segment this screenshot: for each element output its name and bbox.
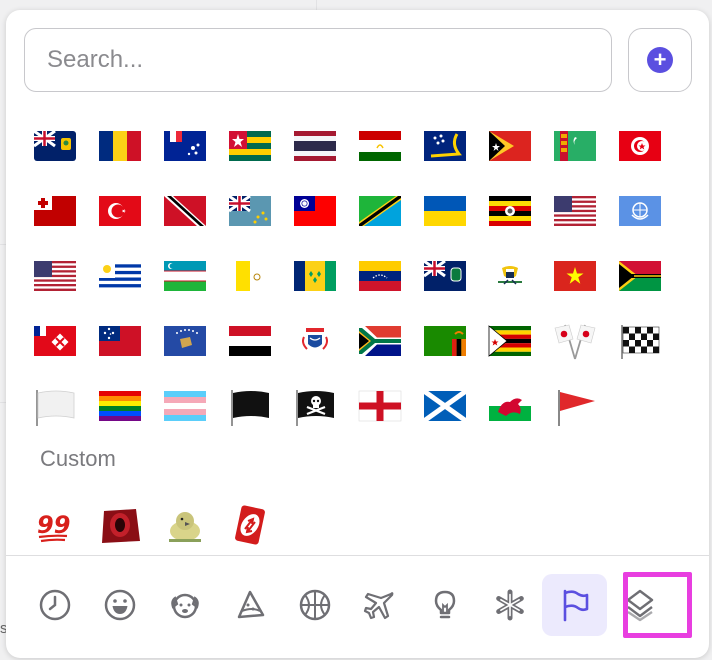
triangular-flag[interactable] [542, 373, 607, 438]
tab-recent[interactable] [22, 574, 87, 636]
south-africa-flag[interactable] [347, 308, 412, 373]
chequered-flag[interactable] [607, 308, 672, 373]
united-states-flag[interactable] [22, 243, 87, 308]
tokelau-flag[interactable] [412, 113, 477, 178]
pizza-icon [237, 590, 264, 619]
hundred-points-emoji[interactable]: 99 [22, 492, 87, 557]
tab-custom[interactable] [607, 574, 672, 636]
uzbekistan-flag[interactable] [152, 243, 217, 308]
uno-reverse-card-emoji[interactable] [217, 492, 282, 557]
us-outlying-islands-flag[interactable] [542, 178, 607, 243]
uruguay-flag[interactable] [87, 243, 152, 308]
vietnam-flag[interactable] [542, 243, 607, 308]
turkey-flag[interactable] [87, 178, 152, 243]
tajikistan-flag[interactable] [347, 113, 412, 178]
category-tabbar [22, 572, 692, 638]
french-southern-flag[interactable] [152, 113, 217, 178]
tuvalu-flag[interactable] [217, 178, 282, 243]
tanzania-flag[interactable] [347, 178, 412, 243]
zambia-flag[interactable] [412, 308, 477, 373]
tunisia-flag[interactable] [607, 113, 672, 178]
romania-flag[interactable] [87, 113, 152, 178]
parrot-emoji[interactable] [152, 492, 217, 557]
search-input[interactable]: Search... [24, 28, 612, 92]
uganda-flag[interactable] [477, 178, 542, 243]
thailand-flag[interactable] [282, 113, 347, 178]
add-emoji-button[interactable]: + [628, 28, 692, 92]
wales-flag[interactable] [477, 373, 542, 438]
samoa-flag[interactable] [87, 308, 152, 373]
transgender-flag[interactable] [152, 373, 217, 438]
turks-caicos-flag[interactable] [22, 113, 87, 178]
vanuatu-flag[interactable] [607, 243, 672, 308]
us-virgin-islands-flag[interactable] [477, 243, 542, 308]
tab-food[interactable] [217, 574, 282, 636]
tab-smileys[interactable] [87, 574, 152, 636]
pirate-flag[interactable] [282, 373, 347, 438]
turkmenistan-flag[interactable] [542, 113, 607, 178]
kosovo-flag[interactable] [152, 308, 217, 373]
custom-section-label: Custom [40, 446, 116, 471]
asterisk-icon [495, 589, 524, 621]
lightbulb-icon [434, 590, 455, 619]
timor-leste-flag[interactable] [477, 113, 542, 178]
tab-objects[interactable] [412, 574, 477, 636]
british-virgin-islands-flag[interactable] [412, 243, 477, 308]
ukraine-flag[interactable] [412, 178, 477, 243]
emoji-picker: Search... + Custom 99 [6, 10, 709, 658]
tab-travel[interactable] [347, 574, 412, 636]
rainbow-flag[interactable] [87, 373, 152, 438]
tonga-flag[interactable] [22, 178, 87, 243]
mayotte-flag[interactable] [282, 308, 347, 373]
tab-animals[interactable] [152, 574, 217, 636]
search-placeholder: Search... [47, 46, 144, 73]
united-nations-flag[interactable] [607, 178, 672, 243]
layers-icon [626, 589, 653, 622]
emoji-grid [22, 113, 702, 438]
taiwan-flag[interactable] [282, 178, 347, 243]
st-vincent-flag[interactable] [282, 243, 347, 308]
wallis-futuna-flag[interactable] [22, 308, 87, 373]
custom-emoji-row: 99 [22, 492, 282, 557]
airplane-icon [363, 592, 393, 620]
scotland-flag[interactable] [412, 373, 477, 438]
trinidad-tobago-flag[interactable] [152, 178, 217, 243]
white-flag[interactable] [22, 373, 87, 438]
vatican-city-flag[interactable] [217, 243, 282, 308]
yemen-flag[interactable] [217, 308, 282, 373]
tab-activities[interactable] [282, 574, 347, 636]
black-flag[interactable] [217, 373, 282, 438]
venezuela-flag[interactable] [347, 243, 412, 308]
dog-icon [170, 593, 199, 619]
basketball-icon [299, 589, 330, 621]
togo-flag[interactable] [217, 113, 282, 178]
flag-icon [563, 589, 588, 622]
clock-icon [39, 589, 70, 621]
crossed-flags[interactable] [542, 308, 607, 373]
england-flag[interactable] [347, 373, 412, 438]
plus-circle-icon: + [647, 47, 673, 73]
tabbar-divider [6, 555, 709, 556]
tab-symbols[interactable] [477, 574, 542, 636]
smiley-icon [104, 589, 135, 621]
tab-flags[interactable] [542, 574, 607, 636]
red-gem-emoji[interactable] [87, 492, 152, 557]
zimbabwe-flag[interactable] [477, 308, 542, 373]
